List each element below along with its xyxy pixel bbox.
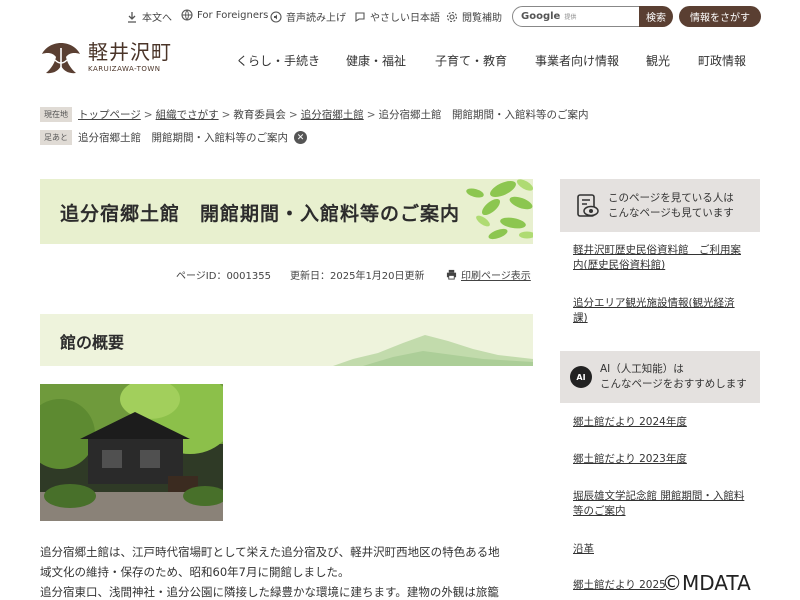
section-title: 館の概要 <box>60 333 125 352</box>
leaves-decoration-icon <box>466 179 533 240</box>
info-search-button[interactable]: 情報をさがす <box>679 6 761 27</box>
footprint-tag: 足あと <box>40 130 72 145</box>
body-paragraph-line: 追分宿東口、浅間神社・追分公園に隣接した緑豊かな環境に建ちます。建物の外観は旅籠 <box>40 585 499 599</box>
search-note: 提供 <box>564 14 577 21</box>
arrow-down-icon <box>128 11 136 23</box>
ai-recommend-box: AI AI（人工知能）は こんなページをおすすめします <box>560 351 760 403</box>
print-label: 印刷ページ表示 <box>461 271 531 282</box>
breadcrumb-education: 教育委員会 <box>233 109 286 121</box>
global-nav: くらし・手続き 健康・福祉 子育て・教育 事業者向け情報 観光 町政情報 <box>0 52 800 68</box>
body-paragraph-line: 域文化の維持・保存のため、昭和60年7月に開館しました。 <box>40 565 350 579</box>
voice-label: 音声読み上げ <box>286 13 346 24</box>
breadcrumb-museum[interactable]: 追分宿郷土館 <box>301 107 364 122</box>
globe-icon <box>181 9 193 21</box>
breadcrumb-current: 追分宿郷土館 開館期間・入館料等のご案内 <box>378 109 589 121</box>
nav-tourism[interactable]: 観光 <box>646 52 670 69</box>
nav-childcare[interactable]: 子育て・教育 <box>435 52 507 69</box>
page-id: ページID：0001355 <box>176 271 271 282</box>
ai-recommend-link[interactable]: 堀辰雄文学記念館 開館期間・入館料 等のご案内 <box>573 489 753 519</box>
body-paragraph-line: 追分宿郷土館は、江戸時代宿場町として栄えた追分宿及び、軽井沢町西地区の特色ある地 <box>40 545 500 559</box>
breadcrumb-top[interactable]: トップページ <box>78 107 141 122</box>
museum-photo <box>40 384 223 521</box>
foreigners-label: For Foreigners <box>197 9 269 21</box>
search-button[interactable]: 検索 <box>639 6 673 27</box>
breadcrumb-separator: > <box>366 108 376 121</box>
ai-box-line: AI（人工知能）は <box>600 363 684 375</box>
footprint: 足あと 追分宿郷土館 開館期間・入館料等のご案内 ✕ <box>40 130 307 145</box>
related-link-line: 課) <box>573 312 588 324</box>
related-link-line: 追分エリア観光施設情報(観光経済 <box>573 297 735 309</box>
foreigners-link[interactable]: For Foreigners <box>181 9 268 21</box>
printer-icon <box>446 269 457 280</box>
text-size-label: 本文へ <box>142 13 172 24</box>
breadcrumb: 現在地 トップページ > 組織でさがす > 教育委員会 > 追分宿郷土館 > 追… <box>40 107 589 122</box>
nav-health[interactable]: 健康・福祉 <box>346 52 406 69</box>
utility-bar: 本文へ For Foreigners 音声読み上げ やさしい日本語 閲覧補助 G… <box>0 6 800 28</box>
related-box-line: こんなページも見ています <box>608 206 734 219</box>
section-heading: 館の概要 <box>40 314 533 366</box>
chat-bubble-icon <box>355 11 365 22</box>
related-box-line: このページを見ている人は <box>608 191 734 204</box>
voice-link[interactable]: 音声読み上げ <box>270 9 346 24</box>
page-title-banner: 追分宿郷土館 開館期間・入館料等のご案内 <box>40 179 533 244</box>
text-size-link[interactable]: 本文へ <box>126 9 172 24</box>
print-link[interactable]: 印刷ページ表示 <box>446 267 531 282</box>
related-pages-box: このページを見ている人は こんなページも見ています <box>560 179 760 232</box>
related-link-line: 内(歴史民俗資料館) <box>573 259 666 271</box>
footprint-link[interactable]: 追分宿郷土館 開館期間・入館料等のご案内 <box>78 130 288 145</box>
close-icon[interactable]: ✕ <box>294 131 307 144</box>
related-link[interactable]: 追分エリア観光施設情報(観光経済 課) <box>573 296 753 326</box>
updated-date: 更新日：2025年1月20日更新 <box>290 271 425 282</box>
ai-recommend-link[interactable]: 郷土館だより 2023年度 <box>573 452 753 467</box>
breadcrumb-separator: > <box>221 108 231 121</box>
breadcrumb-separator: > <box>143 108 153 121</box>
search-brand: Google <box>521 11 561 22</box>
watermark: ©MDATA <box>662 571 751 595</box>
ai-link-line: 堀辰雄文学記念館 開館期間・入館料 <box>573 490 745 502</box>
nav-living[interactable]: くらし・手続き <box>236 52 320 69</box>
ai-recommend-link[interactable]: 沿革 <box>573 542 753 557</box>
easy-japanese-label: やさしい日本語 <box>370 13 440 24</box>
ai-recommend-link[interactable]: 郷土館だより 2024年度 <box>573 415 753 430</box>
page-title: 追分宿郷土館 開館期間・入館料等のご案内 <box>60 203 461 225</box>
related-link-line: 軽井沢町歴史民俗資料館 ご利用案 <box>573 244 741 256</box>
search-input[interactable]: Google 提供 <box>512 6 640 27</box>
breadcrumb-separator: > <box>288 108 298 121</box>
breadcrumb-organization[interactable]: 組織でさがす <box>156 107 219 122</box>
nav-business[interactable]: 事業者向け情報 <box>535 52 619 69</box>
ai-box-line: こんなページをおすすめします <box>600 378 747 390</box>
related-link[interactable]: 軽井沢町歴史民俗資料館 ご利用案 内(歴史民俗資料館) <box>573 243 753 273</box>
speaker-icon <box>270 10 282 23</box>
gear-icon <box>446 11 458 22</box>
reading-aid-label: 閲覧補助 <box>462 13 502 24</box>
easy-japanese-link[interactable]: やさしい日本語 <box>354 9 440 24</box>
reading-aid-link[interactable]: 閲覧補助 <box>446 9 502 24</box>
ai-link-line: 等のご案内 <box>573 505 626 517</box>
mountain-decoration-icon <box>333 335 533 366</box>
ai-badge-icon: AI <box>570 366 592 388</box>
eye-document-icon <box>577 193 599 217</box>
nav-town-admin[interactable]: 町政情報 <box>698 52 746 69</box>
breadcrumb-tag: 現在地 <box>40 107 72 122</box>
